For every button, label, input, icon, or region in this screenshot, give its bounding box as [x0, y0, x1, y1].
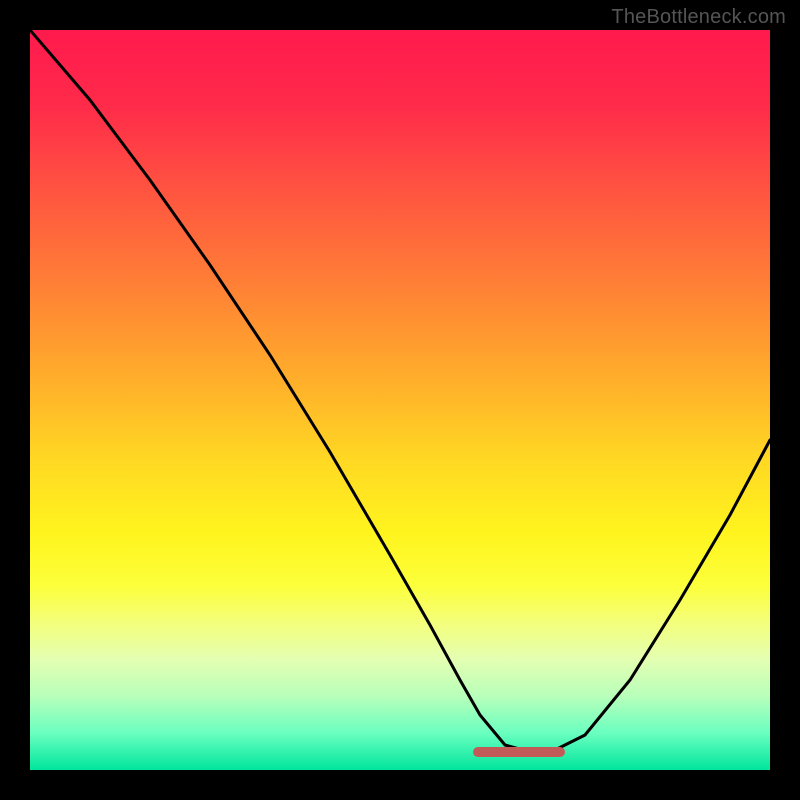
- bottleneck-curve-svg: [30, 30, 770, 770]
- chart-plot-area: [30, 30, 770, 770]
- watermark-text: TheBottleneck.com: [611, 6, 786, 29]
- bottleneck-curve: [30, 30, 770, 752]
